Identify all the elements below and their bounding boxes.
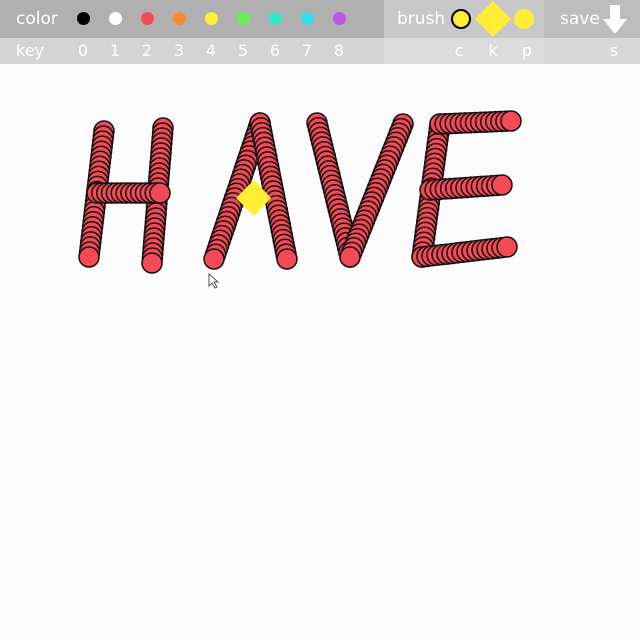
color-key-0: 0 [77, 41, 89, 60]
brush-dab [149, 182, 171, 204]
drawing-canvas[interactable] [0, 64, 640, 640]
key-label: key [16, 41, 45, 60]
color-key-5: 5 [237, 41, 249, 60]
brush-dab [500, 110, 522, 132]
save-label: save [560, 9, 600, 29]
color-key-2: 2 [141, 41, 153, 60]
dot-brush-key: p [521, 41, 533, 60]
color-key-8: 8 [333, 41, 345, 60]
save-key: s [609, 41, 619, 60]
drawn-strokes-have [78, 110, 522, 274]
brush-dab [496, 236, 518, 258]
brush-dab [276, 248, 298, 270]
color-swatch-0[interactable] [77, 12, 90, 25]
brush-dab [203, 248, 225, 270]
color-swatch-7[interactable] [301, 12, 314, 25]
diamond-brush-key: k [488, 41, 498, 60]
color-key-3: 3 [173, 41, 185, 60]
brush-dab [78, 246, 100, 268]
color-key-6: 6 [269, 41, 281, 60]
arrow-cursor-icon [208, 272, 220, 289]
color-swatch-5[interactable] [237, 12, 250, 25]
circle-brush-icon[interactable] [450, 8, 472, 30]
color-key-1: 1 [109, 41, 121, 60]
color-key-7: 7 [301, 41, 313, 60]
color-key-4: 4 [205, 41, 217, 60]
diamond-brush-icon[interactable] [474, 0, 512, 38]
key-panel [0, 38, 384, 64]
color-swatch-2[interactable] [141, 12, 154, 25]
dot-brush-icon[interactable] [513, 8, 535, 30]
toolbar: color brush save key 0 1 2 3 4 5 6 7 8 c k p s [0, 0, 640, 64]
color-label: color [16, 9, 58, 29]
brush-label: brush [397, 9, 446, 29]
brush-dab [141, 252, 163, 274]
circle-brush-key: c [454, 41, 464, 60]
color-swatch-8[interactable] [333, 12, 346, 25]
color-swatch-6[interactable] [269, 12, 282, 25]
save-key-panel [544, 38, 640, 64]
color-panel: color [0, 0, 384, 38]
brush-dab [491, 174, 513, 196]
color-swatch-1[interactable] [109, 12, 122, 25]
color-swatch-3[interactable] [173, 12, 186, 25]
brush-dab [339, 246, 361, 268]
color-swatch-4[interactable] [205, 12, 218, 25]
download-arrow-icon[interactable] [602, 4, 628, 36]
